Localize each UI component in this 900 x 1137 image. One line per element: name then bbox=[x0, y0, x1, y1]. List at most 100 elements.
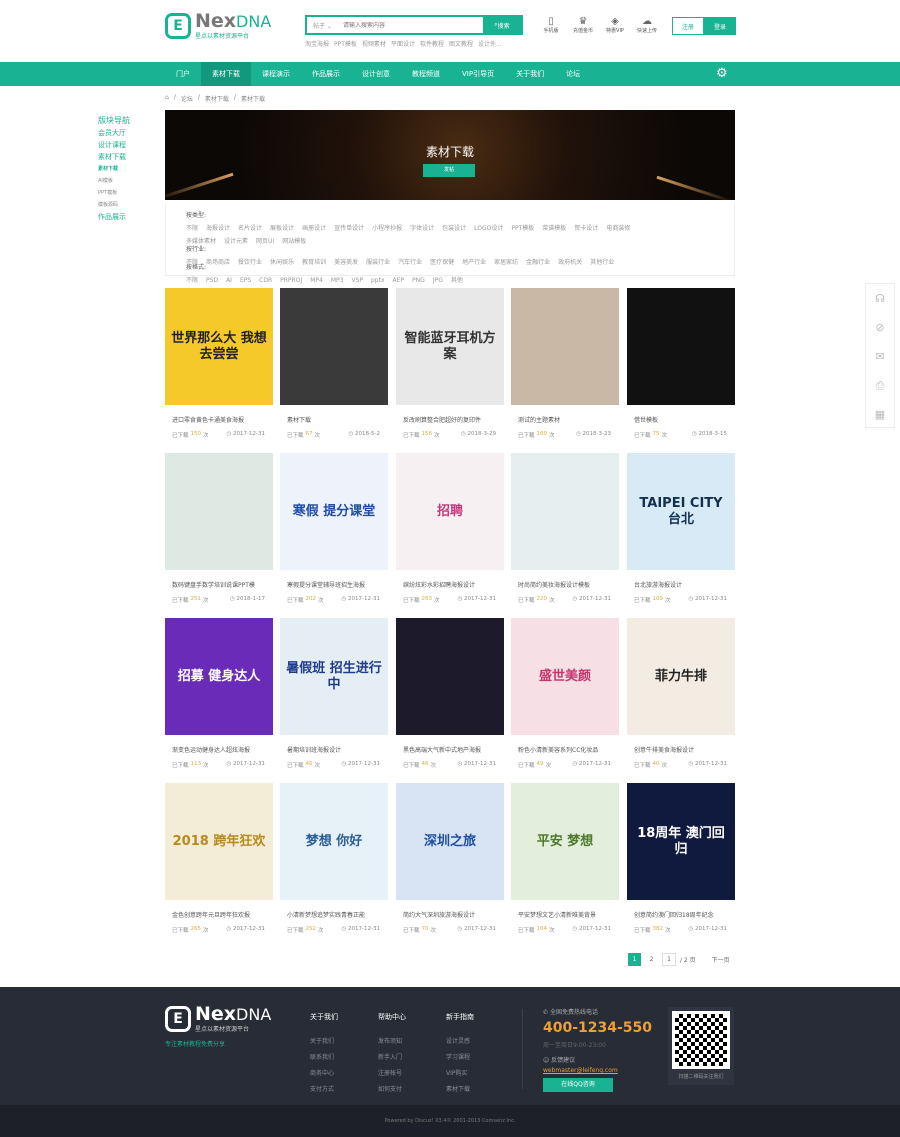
filter-option[interactable]: EPS bbox=[240, 274, 251, 287]
card-thumbnail[interactable]: 菲力牛排 bbox=[627, 618, 735, 735]
card-thumbnail[interactable]: 招募 健身达人 bbox=[165, 618, 273, 735]
card-thumbnail[interactable]: 寒假 提分课堂 bbox=[280, 453, 388, 570]
sidebar-item[interactable]: 作品展示 bbox=[98, 211, 158, 223]
sidebar-item[interactable]: 素材下载 bbox=[98, 151, 158, 163]
search-category-select[interactable]: 帖子 ⌄ bbox=[307, 21, 343, 30]
card-thumbnail[interactable]: TAIPEI CITY 台北 bbox=[627, 453, 735, 570]
card-title[interactable]: 缤纷炫彩水彩招聘海报设计 bbox=[403, 580, 503, 589]
card[interactable]: 世界那么大 我想去尝尝 进口零食黄色卡通美食海报 已下载 150 次 ◷ 2017-12-… bbox=[165, 288, 273, 443]
nav-item[interactable]: 关于我们 bbox=[505, 62, 555, 86]
filter-option[interactable]: 包装设计 bbox=[442, 222, 466, 235]
compass-icon[interactable]: ⊘ bbox=[866, 313, 894, 342]
card-thumbnail[interactable]: 平安 梦想 bbox=[511, 783, 619, 900]
filter-option[interactable]: 展板设计 bbox=[270, 222, 294, 235]
card[interactable]: 测试的主题素材 已下载 160 次 ◷ 2018-3-23 bbox=[511, 288, 619, 443]
nav-item[interactable]: 课程演示 bbox=[251, 62, 301, 86]
print-icon[interactable]: ⎙ bbox=[866, 371, 894, 400]
filter-option[interactable]: PPT模板 bbox=[511, 222, 534, 235]
card-thumbnail[interactable]: 招聘 bbox=[396, 453, 504, 570]
sidebar-item[interactable]: 会员大厅 bbox=[98, 127, 158, 139]
nav-item[interactable]: 门户 bbox=[165, 62, 201, 86]
filter-option[interactable]: PSD bbox=[206, 274, 218, 287]
sidebar-item[interactable]: 模板源码 bbox=[98, 199, 158, 211]
filter-option[interactable]: 不限 bbox=[186, 274, 198, 287]
gear-icon[interactable]: ⚙ bbox=[716, 66, 728, 81]
card[interactable]: 借世模板 已下载 75 次 ◷ 2018-3-15 bbox=[627, 288, 735, 443]
footer-link[interactable]: 注册帐号 bbox=[378, 1066, 406, 1082]
sidebar-item[interactable]: 设计课程 bbox=[98, 139, 158, 151]
search-button[interactable]: ⌕ 搜索 bbox=[483, 17, 521, 33]
nav-item[interactable]: 素材下载 bbox=[201, 62, 251, 86]
filter-option[interactable]: 画册设计 bbox=[302, 222, 326, 235]
card-title[interactable]: 渐变色运动健身达人超炫海报 bbox=[172, 745, 272, 754]
hot-word-link[interactable]: 平面设计 bbox=[391, 39, 415, 48]
footer-link[interactable]: 如何支付 bbox=[378, 1082, 406, 1098]
site-logo[interactable]: E NexDNA 星点以素材资源平台 bbox=[165, 12, 271, 40]
footer-link[interactable]: 新手入门 bbox=[378, 1050, 406, 1066]
card-title[interactable]: 反改刷算整合肥超好的复印件 bbox=[403, 415, 503, 424]
card-thumbnail[interactable]: 2018 跨年狂欢 bbox=[165, 783, 273, 900]
card-thumbnail[interactable]: 智能蓝牙耳机方案 bbox=[396, 288, 504, 405]
hot-word-link[interactable]: 设计外... bbox=[478, 39, 502, 48]
nav-item[interactable]: 设计创意 bbox=[351, 62, 401, 86]
card[interactable]: 梦想 你好 小清新梦想追梦实践青春正能 已下载 252 次 ◷ 2017-12-31 bbox=[280, 783, 388, 938]
nav-item[interactable]: 教程频道 bbox=[401, 62, 451, 86]
card[interactable]: 2018 跨年狂欢 金色创意跨年元旦跨年狂欢报 已下载 265 次 ◷ 2017-12-3… bbox=[165, 783, 273, 938]
filter-option[interactable]: 宣传单设计 bbox=[334, 222, 364, 235]
footer-link[interactable]: 设计灵感 bbox=[446, 1034, 474, 1050]
filter-option[interactable]: 其他 bbox=[451, 274, 463, 287]
mail-icon[interactable]: ✉ bbox=[866, 342, 894, 371]
filter-option[interactable]: VSP bbox=[351, 274, 363, 287]
card-thumbnail[interactable]: 深圳之旅 bbox=[396, 783, 504, 900]
footer-link[interactable]: 学习课程 bbox=[446, 1050, 474, 1066]
filter-option[interactable]: PNG bbox=[412, 274, 425, 287]
card-thumbnail[interactable]: 18周年 澳门回归 bbox=[627, 783, 735, 900]
filter-option[interactable]: JPG bbox=[433, 274, 443, 287]
filter-option[interactable]: PRPROJ bbox=[280, 274, 302, 287]
footer-link[interactable]: 支付方式 bbox=[310, 1082, 338, 1098]
breadcrumb-link[interactable]: 素材下载 bbox=[205, 94, 229, 103]
register-button[interactable]: 注册 bbox=[672, 17, 704, 35]
card[interactable]: 招募 健身达人 渐变色运动健身达人超炫海报 已下载 113 次 ◷ 2017-12-31 bbox=[165, 618, 273, 773]
filter-option[interactable]: 海报设计 bbox=[206, 222, 230, 235]
filter-option[interactable]: 字体设计 bbox=[410, 222, 434, 235]
sidebar-item[interactable]: AI模板 bbox=[98, 175, 158, 187]
headset-icon[interactable]: ☊ bbox=[866, 284, 894, 313]
card-thumbnail[interactable]: 梦想 你好 bbox=[280, 783, 388, 900]
page-button[interactable]: 1 bbox=[628, 953, 641, 966]
card-title[interactable]: 平安梦想文艺小清新唯美背景 bbox=[518, 910, 618, 919]
card-title[interactable]: 时尚简约美妆海报设计模板 bbox=[518, 580, 618, 589]
card-thumbnail[interactable]: 盛世美颜 bbox=[511, 618, 619, 735]
card-title[interactable]: 暑期培训班海报设计 bbox=[287, 745, 387, 754]
filter-option[interactable]: pptx bbox=[371, 274, 385, 287]
page-input[interactable]: 1 bbox=[662, 953, 676, 966]
card[interactable]: 智能蓝牙耳机方案 反改刷算整合肥超好的复印件 已下载 156 次 ◷ 2018-3-29 bbox=[396, 288, 504, 443]
sidebar-item[interactable]: PPT模板 bbox=[98, 187, 158, 199]
card-thumbnail[interactable] bbox=[165, 453, 273, 570]
tool-crown[interactable]: ♛ 充值金币 bbox=[572, 16, 594, 34]
qq-consult-button[interactable]: 在线QQ咨询 bbox=[543, 1078, 613, 1092]
filter-option[interactable]: CDR bbox=[259, 274, 272, 287]
card-thumbnail[interactable] bbox=[280, 288, 388, 405]
qrcode-icon[interactable]: ▦ bbox=[866, 400, 894, 429]
search-input[interactable] bbox=[343, 21, 483, 29]
breadcrumb-link[interactable]: 论坛 bbox=[181, 94, 193, 103]
filter-option[interactable]: AEP bbox=[393, 274, 405, 287]
filter-option[interactable]: 不限 bbox=[186, 222, 198, 235]
card[interactable]: 数码键盘手数学培训说课PPT模 已下载 251 次 ◷ 2018-1-17 bbox=[165, 453, 273, 608]
footer-link[interactable]: 商务中心 bbox=[310, 1066, 338, 1082]
filter-option[interactable]: MP4 bbox=[310, 274, 323, 287]
card-title[interactable]: 寒假提分课堂辅导班招生海报 bbox=[287, 580, 387, 589]
filter-option[interactable]: 菜谱模板 bbox=[542, 222, 566, 235]
footer-link[interactable]: VIP购买 bbox=[446, 1066, 474, 1082]
hot-word-link[interactable]: 视频素材 bbox=[362, 39, 386, 48]
next-page-button[interactable]: 下一页 bbox=[712, 955, 730, 964]
card-thumbnail[interactable]: 暑假班 招生进行中 bbox=[280, 618, 388, 735]
filter-option[interactable]: 贺卡设计 bbox=[574, 222, 598, 235]
hot-word-link[interactable]: 软件教程 bbox=[420, 39, 444, 48]
tool-diamond[interactable]: ◈ 特惠VIP bbox=[604, 16, 626, 34]
card-thumbnail[interactable] bbox=[396, 618, 504, 735]
hot-word-link[interactable]: 淘宝海报 bbox=[305, 39, 329, 48]
card-title[interactable]: 金色创意跨年元旦跨年狂欢报 bbox=[172, 910, 272, 919]
card-title[interactable]: 创意牛排美食海报设计 bbox=[634, 745, 734, 754]
